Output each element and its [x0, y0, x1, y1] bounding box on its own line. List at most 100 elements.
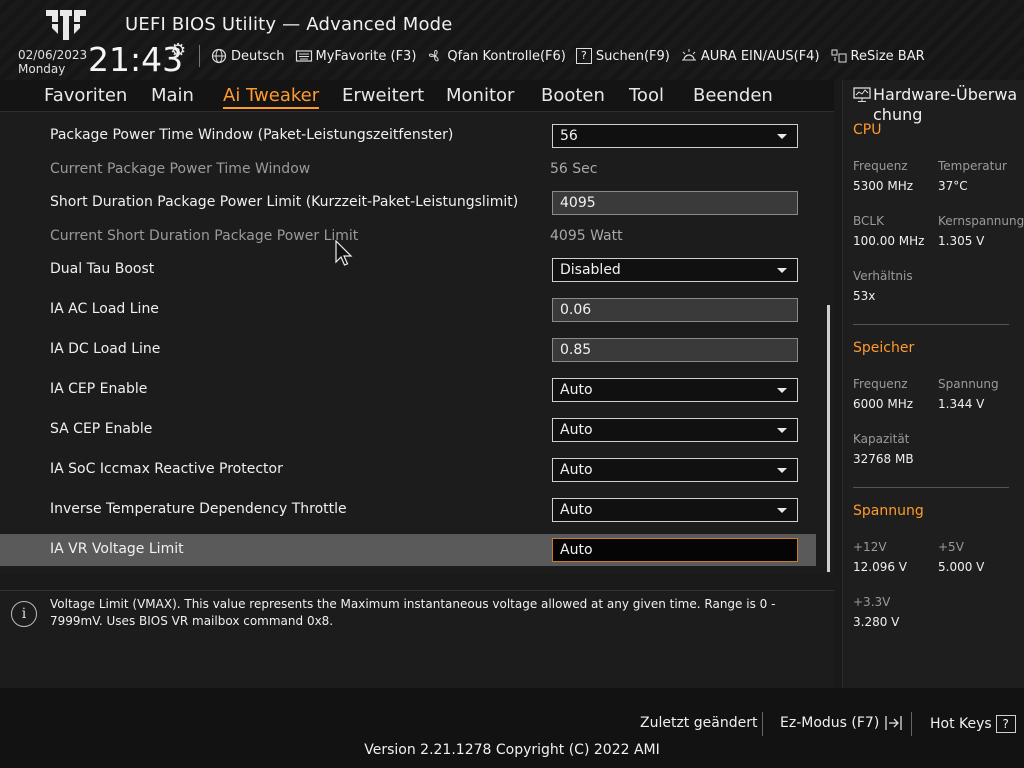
vcore-label: Kernspannung [938, 214, 1024, 228]
ez-mode-button[interactable]: Ez-Modus (F7) [780, 715, 904, 731]
tab-favoriten[interactable]: Favoriten [44, 85, 127, 106]
sa-cep-enable-dropdown[interactable]: Auto [552, 418, 798, 442]
tab-booten[interactable]: Booten [541, 85, 605, 106]
setting-ia-ac-load-line[interactable]: IA AC Load Line 0.06 [0, 294, 816, 326]
hot-keys-button[interactable]: Hot Keys? [930, 715, 1016, 733]
top-toolbar: Deutsch MyFavorite (F3) Qfan Kontrolle(F… [210, 45, 935, 67]
setting-sa-cep-enable[interactable]: SA CEP Enable Auto [0, 414, 816, 446]
chevron-down-icon [777, 134, 787, 139]
search-button[interactable]: ? Suchen(F9) [575, 48, 670, 64]
tab-monitor[interactable]: Monitor [446, 85, 514, 106]
v12-label: +12V [853, 540, 887, 554]
chevron-down-icon [777, 428, 787, 433]
setting-label: Package Power Time Window (Paket-Leistun… [50, 127, 454, 143]
mem-freq-value: 6000 MHz [853, 397, 914, 411]
info-icon: i [11, 601, 37, 627]
setting-label: Dual Tau Boost [50, 261, 155, 277]
package-power-time-window-dropdown[interactable]: 56 [552, 124, 798, 148]
ia-soc-iccmax-dropdown[interactable]: Auto [552, 458, 798, 482]
tab-beenden[interactable]: Beenden [693, 85, 773, 106]
last-modified-button[interactable]: Zuletzt geändert [640, 715, 757, 731]
dual-tau-boost-dropdown[interactable]: Disabled [552, 258, 798, 282]
help-search-icon: ? [575, 48, 592, 64]
hw-memory-heading: Speicher [853, 340, 915, 356]
setting-ia-vr-voltage-limit[interactable]: IA VR Voltage Limit Auto [0, 534, 816, 566]
mem-freq-label: Frequenz [853, 377, 908, 391]
resize-bar-button[interactable]: ReSize BAR [830, 48, 925, 64]
footer-divider [762, 712, 763, 736]
setting-package-power-time-window[interactable]: Package Power Time Window (Paket-Leistun… [0, 120, 816, 152]
cpu-temp-value: 37°C [938, 179, 968, 193]
myfavorite-button[interactable]: MyFavorite (F3) [295, 48, 417, 64]
setting-ia-soc-iccmax[interactable]: IA SoC Iccmax Reactive Protector Auto [0, 454, 816, 486]
tab-ai-tweaker[interactable]: Ai Tweaker [223, 85, 320, 109]
dropdown-value: Disabled [560, 262, 621, 278]
monitor-icon [853, 87, 871, 102]
mouse-cursor-icon [335, 240, 353, 266]
mem-volt-label: Spannung [938, 377, 999, 391]
language-label: Deutsch [231, 48, 285, 64]
setting-current-package-power-time-window: Current Package Power Time Window 56 Sec [0, 154, 816, 186]
hw-divider [853, 324, 1009, 325]
globe-icon [210, 48, 228, 64]
setting-ia-cep-enable[interactable]: IA CEP Enable Auto [0, 374, 816, 406]
v33-label: +3.3V [853, 595, 891, 609]
setting-label: IA DC Load Line [50, 341, 161, 357]
cpu-freq-label: Frequenz [853, 159, 908, 173]
setting-dual-tau-boost[interactable]: Dual Tau Boost Disabled [0, 254, 816, 286]
settings-scrollbar[interactable] [827, 305, 830, 572]
hot-keys-label: Hot Keys [930, 716, 992, 732]
myfavorite-label: MyFavorite (F3) [315, 48, 417, 64]
setting-label: Inverse Temperature Dependency Throttle [50, 501, 347, 517]
mem-cap-label: Kapazität [853, 432, 910, 446]
date-text: 02/06/2023 [18, 48, 88, 62]
day-text: Monday [18, 62, 66, 76]
main-tabs: Favoriten Main Ai Tweaker Erweitert Moni… [0, 80, 834, 112]
setting-inverse-temp-throttle[interactable]: Inverse Temperature Dependency Throttle … [0, 494, 816, 526]
ia-dc-load-line-input[interactable]: 0.85 [552, 338, 798, 362]
chevron-down-icon [777, 508, 787, 513]
setting-current-short-duration-power-limit: Current Short Duration Package Power Lim… [0, 221, 816, 253]
bclk-value: 100.00 MHz [853, 234, 925, 248]
tab-tool[interactable]: Tool [629, 85, 664, 106]
ia-cep-enable-dropdown[interactable]: Auto [552, 378, 798, 402]
setting-label: IA SoC Iccmax Reactive Protector [50, 461, 283, 477]
ia-vr-voltage-limit-input[interactable]: Auto [552, 538, 798, 562]
clock-display[interactable]: 21:43 [88, 40, 183, 79]
dropdown-value: Auto [560, 502, 593, 518]
keyboard-icon [295, 48, 313, 64]
ez-mode-label: Ez-Modus (F7) [780, 715, 880, 731]
gear-icon[interactable]: ⚙ [170, 40, 186, 61]
ratio-value: 53x [853, 289, 876, 303]
setting-short-duration-power-limit[interactable]: Short Duration Package Power Limit (Kurz… [0, 187, 816, 219]
qfan-button[interactable]: Qfan Kontrolle(F6) [426, 48, 566, 64]
v5-value: 5.000 V [938, 560, 985, 574]
dropdown-value: Auto [560, 462, 593, 478]
footer-bar: Zuletzt geändert Ez-Modus (F7) Hot Keys?… [0, 688, 1024, 768]
setting-label: IA VR Voltage Limit [50, 541, 184, 557]
chevron-down-icon [777, 388, 787, 393]
setting-label: Current Package Power Time Window [50, 161, 311, 177]
tab-erweitert[interactable]: Erweitert [342, 85, 424, 106]
mem-volt-value: 1.344 V [938, 397, 985, 411]
dropdown-value: Auto [560, 422, 593, 438]
ratio-label: Verhältnis [853, 269, 913, 283]
hw-divider [853, 487, 1009, 488]
v5-label: +5V [938, 540, 964, 554]
short-duration-power-limit-input[interactable]: 4095 [552, 191, 798, 215]
resize-bar-icon [830, 48, 848, 64]
fan-icon [426, 48, 444, 64]
aura-button[interactable]: AURA EIN/AUS(F4) [680, 48, 820, 64]
aura-label: AURA EIN/AUS(F4) [700, 48, 820, 64]
setting-ia-dc-load-line[interactable]: IA DC Load Line 0.85 [0, 334, 816, 366]
v33-value: 3.280 V [853, 615, 900, 629]
aura-icon [680, 48, 698, 64]
help-text: Voltage Limit (VMAX). This value represe… [50, 597, 776, 628]
ia-ac-load-line-input[interactable]: 0.06 [552, 298, 798, 322]
tab-main[interactable]: Main [151, 85, 194, 106]
mem-cap-value: 32768 MB [853, 452, 914, 466]
language-button[interactable]: Deutsch [210, 48, 285, 64]
inverse-temp-throttle-dropdown[interactable]: Auto [552, 498, 798, 522]
help-description-panel: i Voltage Limit (VMAX). This value repre… [0, 590, 834, 688]
setting-label: SA CEP Enable [50, 421, 153, 437]
